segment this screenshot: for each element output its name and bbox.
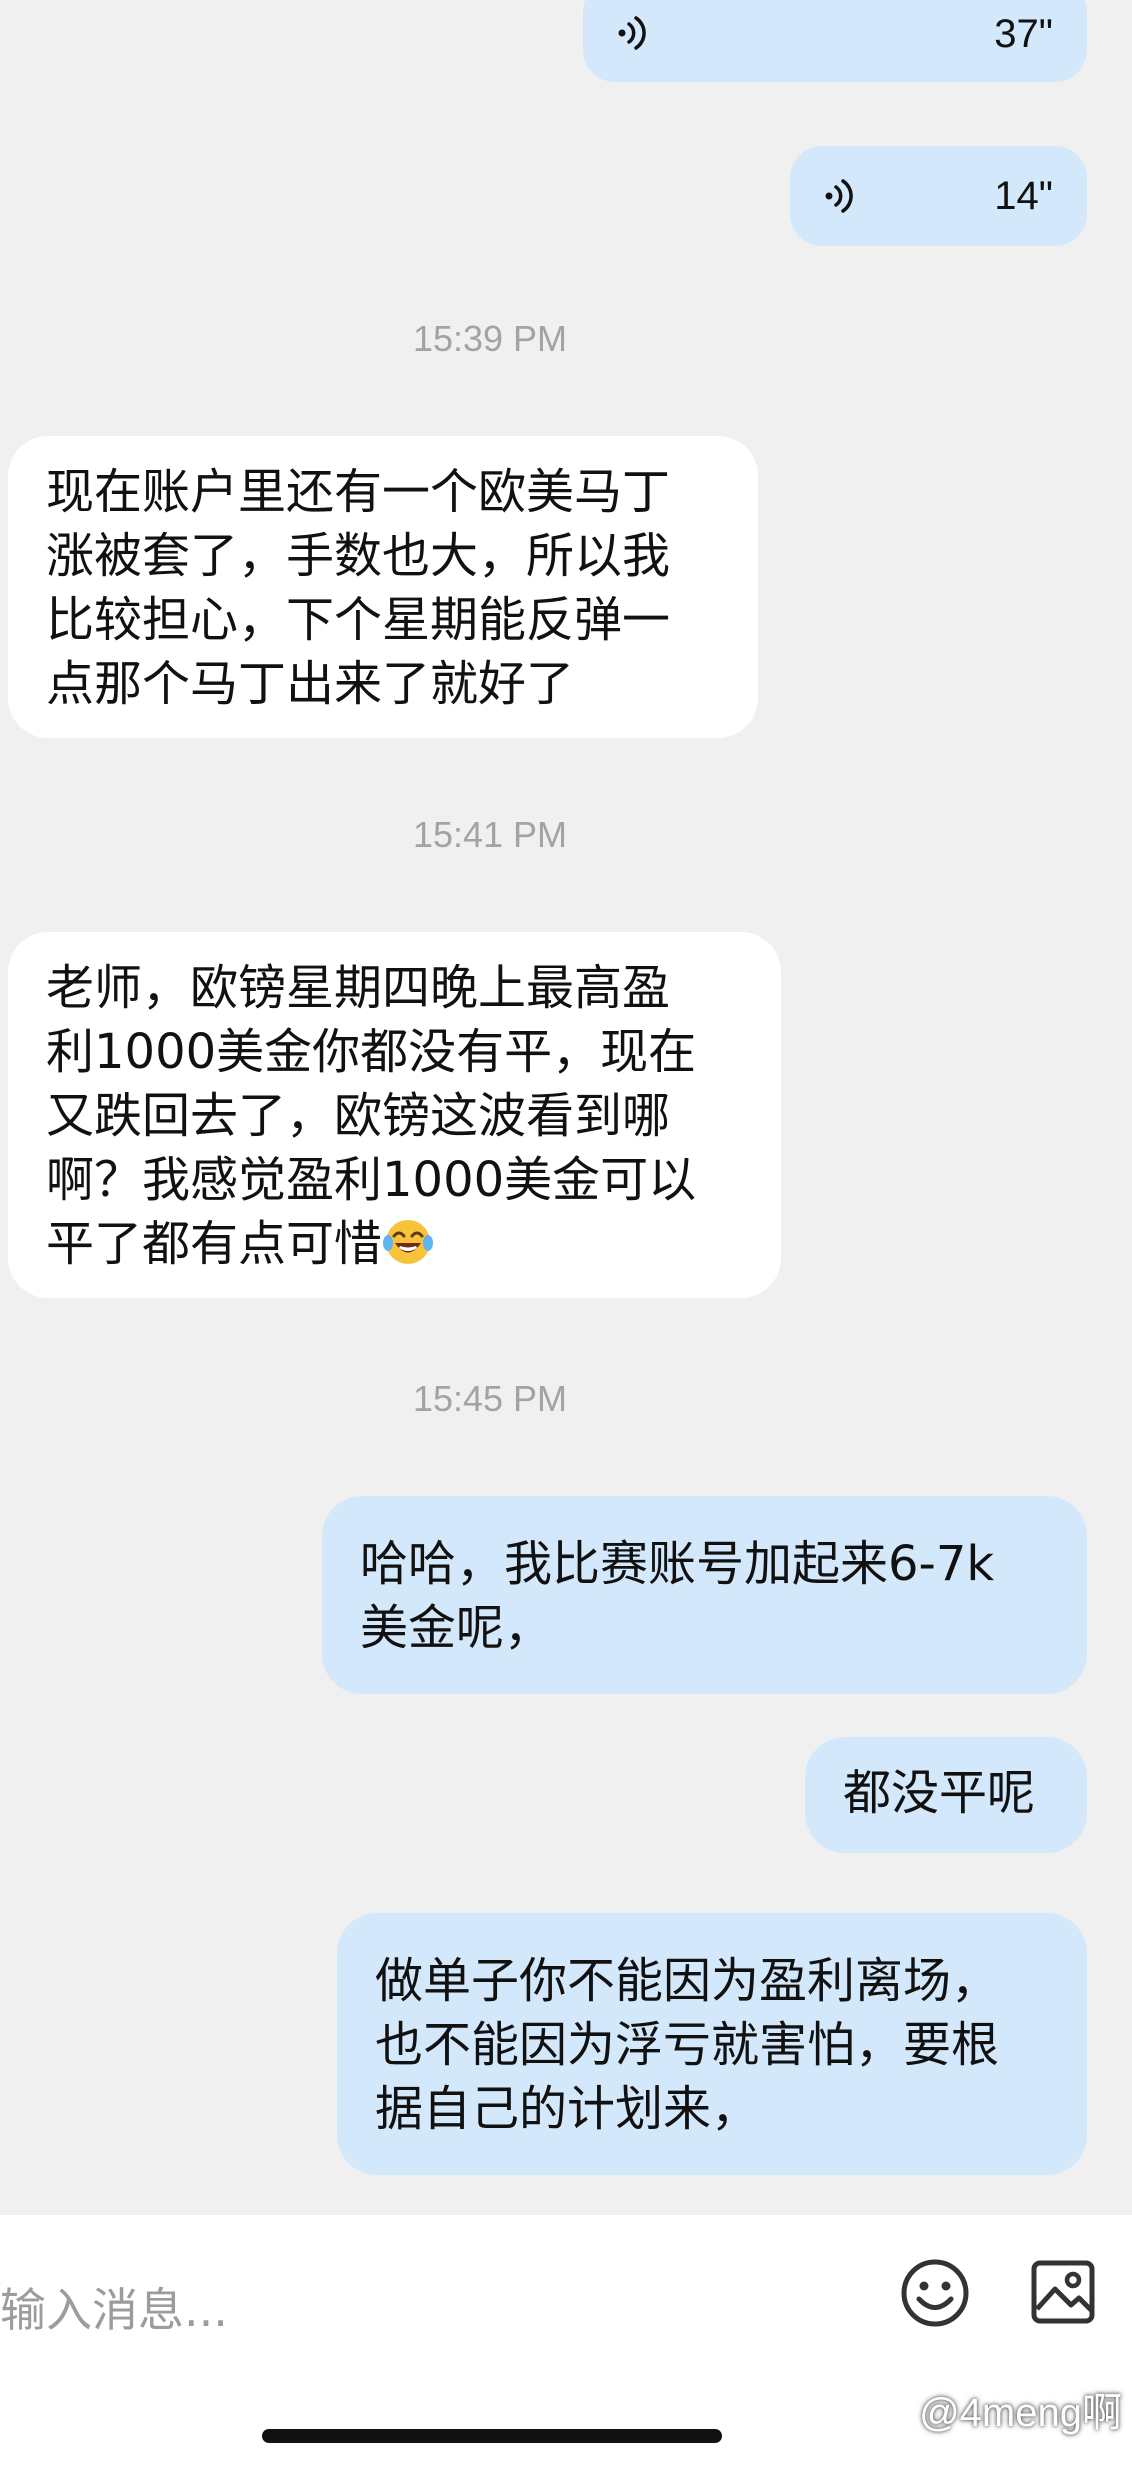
laughing-tears-emoji (383, 1220, 434, 1264)
message-line: 又跌回去了，欧镑这波看到哪 (46, 1088, 671, 1144)
smiley-face-icon[interactable] (895, 2253, 975, 2333)
message-bubble-outgoing[interactable]: 哈哈，我比赛账号加起来6-7k 美金呢， (322, 1496, 1087, 1694)
message-line: 都没平呢 (843, 1765, 1036, 1821)
voice-duration: 14" (994, 174, 1053, 218)
message-bubble-outgoing[interactable]: 都没平呢 (805, 1737, 1087, 1853)
message-input[interactable] (0, 2255, 860, 2365)
message-line: 据自己的计划来， (375, 2081, 760, 2137)
timestamp: 15:45 PM (412, 1378, 568, 1419)
message-line: 比较担心，下个星期能反弹一 (46, 592, 671, 648)
message-line: 点那个马丁出来了就好了 (46, 656, 575, 712)
message-line: 也不能因为浮亏就害怕，要根 (375, 2017, 1000, 2073)
message-line: 美金呢， (360, 1600, 553, 1656)
timestamp: 15:39 PM (412, 318, 568, 359)
message-line: 啊？我感觉盈利1000美金可以 (46, 1152, 697, 1208)
message-bubble-outgoing[interactable]: 做单子你不能因为盈利离场， 也不能因为浮亏就害怕，要根 据自己的计划来， (337, 1913, 1087, 2175)
message-line: 哈哈，我比赛账号加起来6-7k (360, 1536, 995, 1592)
message-line: 现在账户里还有一个欧美马丁 (46, 464, 671, 520)
message-line: 平了都有点可惜 (46, 1216, 383, 1272)
message-line: 利1000美金你都没有平，现在 (46, 1024, 697, 1080)
message-line: 做单子你不能因为盈利离场， (375, 1953, 1000, 2009)
message-line: 涨被套了，手数也大，所以我 (46, 528, 671, 584)
timestamp: 15:41 PM (412, 814, 568, 855)
image-icon[interactable] (1025, 2253, 1105, 2333)
voice-wave-icon (618, 16, 646, 50)
watermark: @4meng啊 (919, 2391, 1122, 2435)
voice-message[interactable]: 14" (790, 146, 1087, 246)
voice-wave-icon (825, 179, 853, 213)
voice-duration: 37" (994, 12, 1053, 56)
chat-area[interactable]: 37" 14" 15:39 PM 现在账户里还有一个欧美马丁 涨被套了，手数也大… (0, 0, 1132, 2215)
message-bubble-incoming[interactable]: 老师，欧镑星期四晚上最高盈 利1000美金你都没有平，现在 又跌回去了，欧镑这波… (8, 932, 781, 1298)
message-line: 老师，欧镑星期四晚上最高盈 (46, 960, 671, 1016)
message-bubble-incoming[interactable]: 现在账户里还有一个欧美马丁 涨被套了，手数也大，所以我 比较担心，下个星期能反弹… (8, 436, 758, 738)
voice-message[interactable]: 37" (583, 0, 1087, 82)
home-indicator[interactable] (262, 2429, 722, 2443)
message-line-with-emoji: 平了都有点可惜 (46, 1212, 745, 1276)
